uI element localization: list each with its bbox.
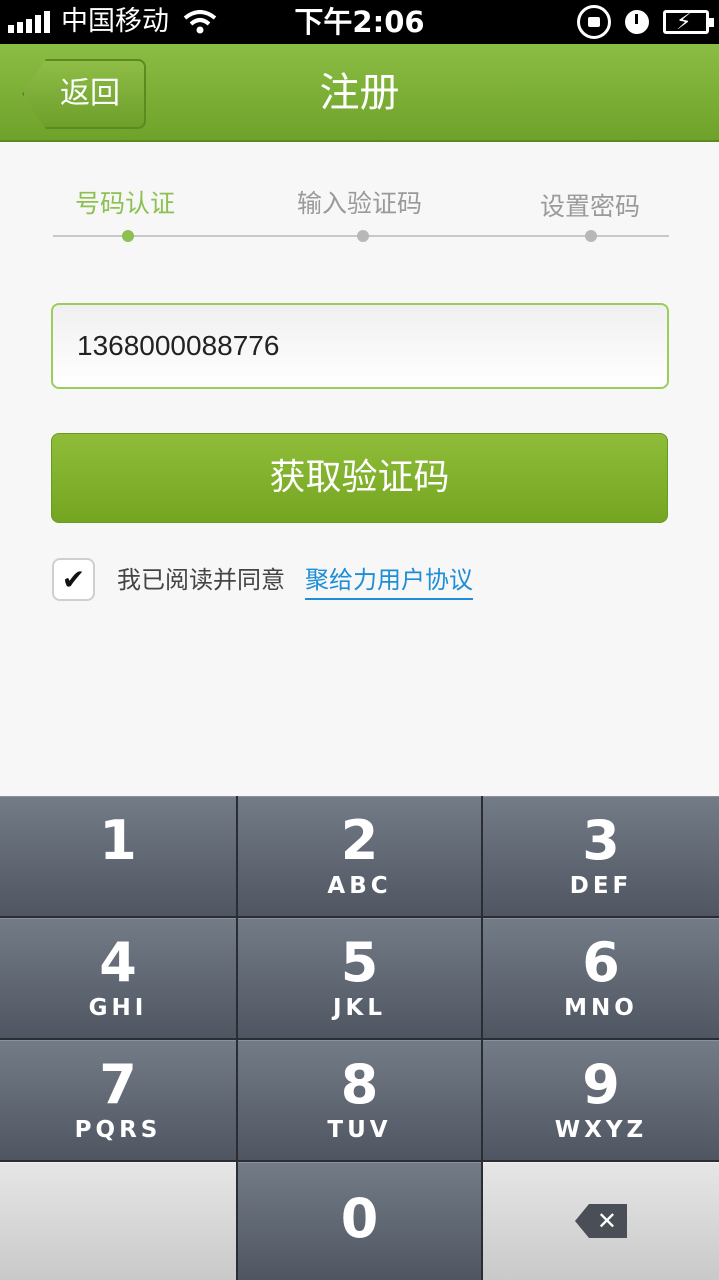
key-digit: 2 bbox=[340, 809, 379, 872]
battery-charging-icon bbox=[663, 1, 714, 45]
key-blank bbox=[0, 1162, 236, 1280]
checkmark-icon: ✔ bbox=[61, 563, 86, 596]
key-digit: 0 bbox=[340, 1187, 379, 1250]
key-9[interactable]: 9 WXYZ bbox=[483, 1040, 719, 1160]
key-letters: TUV bbox=[327, 1117, 392, 1143]
key-letters: GHI bbox=[88, 995, 148, 1021]
key-letters: ABC bbox=[327, 873, 392, 899]
key-digit: 6 bbox=[582, 931, 620, 994]
step-label-enter-code: 输入验证码 bbox=[297, 189, 423, 218]
key-8[interactable]: 8 TUV bbox=[238, 1040, 481, 1160]
nav-bar: 返回 注册 bbox=[0, 44, 719, 142]
key-digit: 7 bbox=[99, 1053, 137, 1116]
key-2[interactable]: 2 ABC bbox=[238, 796, 481, 916]
numeric-keypad: 1 2 ABC 3 DEF 4 GHI 5 JKL 6 MNO 7 PQRS 8… bbox=[0, 796, 719, 1280]
user-agreement-link[interactable]: 聚给力用户协议 bbox=[305, 562, 473, 600]
backspace-key[interactable]: ✕ bbox=[483, 1162, 719, 1280]
step-label-set-password: 设置密码 bbox=[540, 192, 641, 221]
step-dot-3 bbox=[585, 230, 597, 242]
key-letters: JKL bbox=[332, 995, 387, 1021]
key-digit: 4 bbox=[99, 931, 137, 994]
step-indicator: 号码认证 输入验证码 设置密码 bbox=[0, 142, 719, 262]
step-dot-2 bbox=[357, 230, 369, 242]
get-verification-code-button[interactable]: 获取验证码 bbox=[51, 433, 668, 523]
key-6[interactable]: 6 MNO bbox=[483, 918, 719, 1038]
status-bar: 中国移动 下午2:06 bbox=[0, 0, 719, 45]
backspace-icon: ✕ bbox=[575, 1204, 627, 1238]
key-digit: 8 bbox=[340, 1053, 379, 1116]
key-letters: PQRS bbox=[74, 1117, 162, 1143]
key-letters: WXYZ bbox=[554, 1117, 648, 1143]
key-digit: 9 bbox=[582, 1053, 620, 1116]
key-3[interactable]: 3 DEF bbox=[483, 796, 719, 916]
key-digit: 5 bbox=[340, 931, 379, 994]
page-title: 注册 bbox=[319, 70, 400, 116]
key-1[interactable]: 1 bbox=[0, 796, 236, 916]
phone-number-input[interactable]: 1368000088776 bbox=[51, 303, 669, 389]
step-dot-1 bbox=[122, 230, 134, 242]
alarm-icon bbox=[625, 10, 649, 34]
key-digit: 1 bbox=[99, 809, 137, 872]
key-5[interactable]: 5 JKL bbox=[238, 918, 481, 1038]
key-letters: DEF bbox=[569, 873, 633, 899]
key-0[interactable]: 0 bbox=[238, 1162, 481, 1280]
rotation-lock-icon bbox=[577, 5, 611, 39]
step-label-verify-number: 号码认证 bbox=[75, 189, 176, 218]
key-7[interactable]: 7 PQRS bbox=[0, 1040, 236, 1160]
key-digit: 3 bbox=[582, 809, 620, 872]
agreement-text: 我已阅读并同意 bbox=[117, 566, 285, 594]
key-4[interactable]: 4 GHI bbox=[0, 918, 236, 1038]
key-letters: MNO bbox=[564, 995, 638, 1021]
agreement-checkbox[interactable]: ✔ bbox=[52, 558, 95, 601]
